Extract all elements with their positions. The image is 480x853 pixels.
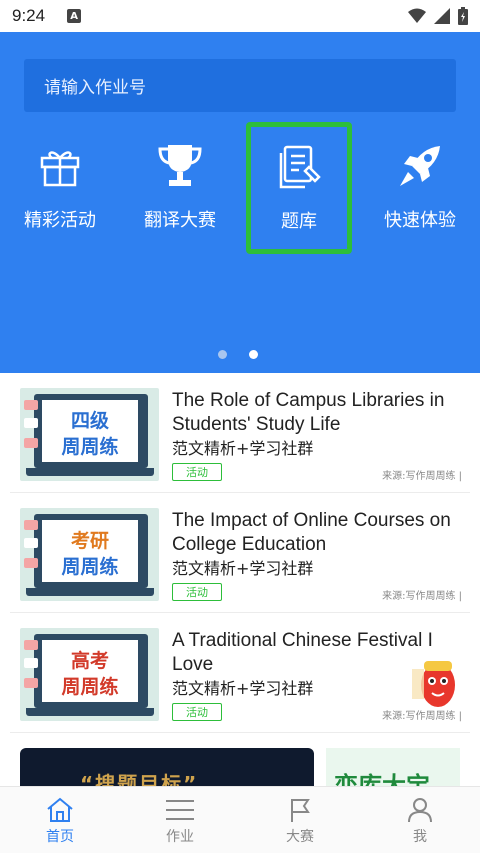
article-title: The Impact of Online Courses on College … [172, 510, 451, 555]
question-bank-icon [271, 139, 327, 195]
battery-icon [458, 7, 468, 25]
article-thumbnail: 高考 周周练 [20, 628, 159, 721]
category-activities[interactable]: 精彩活动 [10, 132, 110, 242]
article-thumbnail: 四级 周周练 [20, 388, 159, 481]
wifi-icon [408, 8, 426, 23]
article-source: 来源:写作周周练 | [382, 471, 462, 482]
thumb-title-1: 考研 [70, 530, 109, 552]
category-translation-contest[interactable]: 翻译大赛 [130, 132, 230, 242]
thumb-title-2: 周周练 [61, 676, 119, 698]
article-subtitle: 范文精析+学习社群 [172, 439, 314, 458]
tab-label: 首页 [46, 829, 74, 845]
menu-icon [165, 797, 195, 823]
article-subtitle: 范文精析+学习社群 [172, 679, 314, 698]
status-time: 9:24 [12, 6, 46, 25]
search-placeholder: 请输入作业号 [44, 78, 146, 98]
user-icon [405, 797, 435, 823]
thumb-title-1: 高考 [70, 650, 109, 672]
hero-banner: 请输入作业号 精彩活动 翻译大赛 题库 快速体验 [0, 32, 480, 373]
thumb-title-2: 周周练 [61, 436, 119, 458]
category-question-bank[interactable]: 题库 [246, 122, 352, 254]
category-label: 翻译大赛 [144, 210, 216, 231]
tab-contest[interactable]: 大赛 [240, 787, 360, 853]
list-item[interactable]: 高考 周周练 A Traditional Chinese Festival I … [10, 613, 470, 733]
tab-homework[interactable]: 作业 [120, 787, 240, 853]
red-packet-mascot-icon[interactable] [410, 655, 460, 717]
category-quick-trial[interactable]: 快速体验 [370, 132, 470, 242]
bottom-tab-bar: 首页 作业 大赛 我 [0, 786, 480, 853]
thumb-title-2: 周周练 [61, 556, 119, 578]
promo-banners: “搜题目标” 恋库大宝 [0, 748, 480, 800]
tab-label: 我 [413, 829, 427, 845]
carousel-indicator [218, 350, 258, 359]
article-subtitle: 范文精析+学习社群 [172, 559, 314, 578]
article-source: 来源:写作周周练 | [382, 591, 462, 602]
category-row: 精彩活动 翻译大赛 题库 快速体验 [0, 122, 480, 254]
status-bar: 9:24 A [0, 0, 480, 32]
signal-icon [434, 8, 450, 24]
promo-banner-right[interactable]: 恋库大宝 [326, 748, 460, 800]
carousel-dot-active[interactable] [249, 350, 258, 359]
activity-tag: 活动 [172, 703, 222, 721]
category-label: 精彩活动 [24, 210, 96, 231]
gift-icon [32, 138, 88, 194]
homework-number-input[interactable]: 请输入作业号 [24, 59, 456, 112]
list-item[interactable]: 四级 周周练 The Role of Campus Libraries in S… [10, 373, 470, 493]
notification-a-icon: A [67, 9, 82, 23]
article-title: The Role of Campus Libraries in Students… [172, 390, 445, 435]
home-icon [45, 797, 75, 823]
flag-icon [285, 797, 315, 823]
tab-label: 作业 [166, 829, 194, 845]
tab-me[interactable]: 我 [360, 787, 480, 853]
carousel-dot[interactable] [218, 350, 227, 359]
promo-banner-left[interactable]: “搜题目标” [20, 748, 314, 796]
activity-tag: 活动 [172, 463, 222, 481]
tab-home[interactable]: 首页 [0, 787, 120, 853]
list-item[interactable]: 考研 周周练 The Impact of Online Courses on C… [10, 493, 470, 613]
tab-label: 大赛 [286, 829, 314, 845]
category-label: 快速体验 [384, 210, 456, 231]
trophy-icon [152, 138, 208, 194]
article-thumbnail: 考研 周周练 [20, 508, 159, 601]
thumb-title-1: 四级 [70, 410, 109, 432]
rocket-icon [392, 138, 448, 194]
activity-tag: 活动 [172, 583, 222, 601]
category-label: 题库 [281, 211, 317, 232]
